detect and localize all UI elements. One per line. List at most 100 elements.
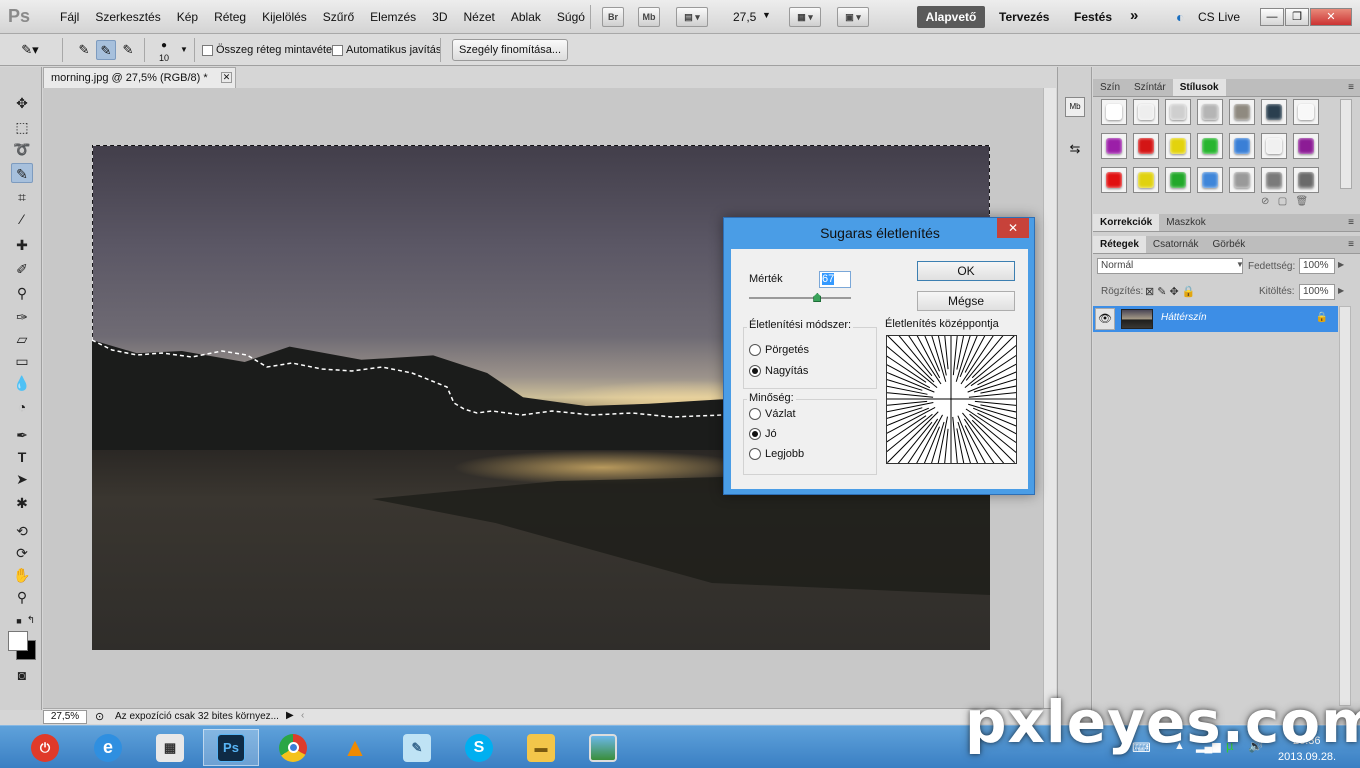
amount-field[interactable]: 67 [819, 271, 851, 288]
healing-brush-tool-icon[interactable]: ✚ [11, 235, 33, 255]
style-swatch[interactable] [1229, 99, 1255, 125]
dialog-close-button[interactable]: ✕ [997, 218, 1029, 238]
menu-3d[interactable]: 3D [424, 10, 455, 24]
menu-image[interactable]: Kép [169, 10, 206, 24]
dodge-tool-icon[interactable]: ◔ [11, 397, 33, 417]
tab-styles[interactable]: Stílusok [1172, 79, 1226, 96]
zoom-field[interactable]: 27,5% [43, 710, 87, 724]
tool-preset-picker[interactable]: ✎▾ [20, 40, 40, 60]
taskbar-power-app[interactable]: ⏻ [17, 729, 73, 766]
style-swatch[interactable] [1293, 167, 1319, 193]
taskbar-photo-viewer[interactable] [575, 729, 631, 766]
style-swatch[interactable] [1165, 133, 1191, 159]
taskbar-calculator[interactable]: ▦ [142, 729, 198, 766]
lasso-tool-icon[interactable]: ➰ [11, 139, 33, 159]
type-tool-icon[interactable]: T [11, 447, 33, 467]
close-button[interactable]: ✕ [1310, 8, 1352, 26]
blur-center-preview[interactable] [861, 309, 1041, 489]
status-menu-arrow-icon[interactable]: ▶ [286, 710, 294, 721]
taskbar-notepad[interactable]: ✎ [389, 729, 445, 766]
style-swatch[interactable] [1133, 99, 1159, 125]
tab-adjustments[interactable]: Korrekciók [1093, 214, 1160, 231]
radio-circle[interactable] [749, 448, 761, 460]
tab-layers[interactable]: Rétegek [1093, 236, 1146, 253]
brush-tool-icon[interactable]: ✐ [11, 259, 33, 279]
lock-options-icons[interactable]: ⊠ ✎ ✥ 🔒 [1145, 285, 1196, 298]
style-swatch[interactable] [1229, 133, 1255, 159]
styles-panel-actions[interactable]: ⊘ ▢ 🗑 [1261, 196, 1308, 207]
checkbox-box[interactable] [202, 44, 213, 56]
zoom-tool-icon[interactable]: ⚲ [11, 587, 33, 607]
clone-stamp-tool-icon[interactable]: ⚲ [11, 283, 33, 303]
eyedropper-tool-icon[interactable]: ⁄ [11, 209, 33, 229]
radio-circle[interactable] [749, 344, 761, 356]
3d-rotate-tool-icon[interactable]: ⟲ [11, 521, 33, 541]
style-swatch[interactable] [1229, 167, 1255, 193]
style-swatch[interactable] [1165, 99, 1191, 125]
chevron-down-icon[interactable]: ▼ [762, 10, 771, 20]
amount-slider-thumb[interactable] [813, 293, 822, 302]
subtract-from-selection-icon[interactable]: ✎ [118, 40, 138, 60]
style-swatch[interactable] [1293, 99, 1319, 125]
zoom-level-field[interactable]: 27,5 [733, 10, 756, 24]
fill-field[interactable]: 100% [1299, 284, 1335, 300]
marquee-tool-icon[interactable]: ⬚ [11, 117, 33, 137]
taskbar-skype[interactable]: S [451, 729, 507, 766]
foreground-color-swatch[interactable] [8, 631, 28, 651]
method-zoom-radio[interactable]: Nagyítás [749, 365, 808, 377]
tab-swatches[interactable]: Színtár [1127, 79, 1173, 96]
swap-colors-icon[interactable]: ↰ [20, 611, 42, 631]
more-workspaces-icon[interactable]: » [1130, 7, 1138, 24]
close-document-icon[interactable]: ✕ [221, 72, 232, 83]
cancel-button[interactable]: Mégse [917, 291, 1015, 311]
move-tool-icon[interactable]: ✥ [11, 93, 33, 113]
status-info-icon[interactable]: ⊙ [95, 710, 104, 723]
add-to-selection-icon[interactable]: ✎ [96, 40, 116, 60]
auto-enhance-checkbox[interactable]: Automatikus javítás [332, 44, 441, 56]
styles-scrollbar[interactable] [1340, 99, 1352, 189]
screen-mode-button[interactable]: ▣ ▾ [837, 7, 869, 27]
tab-masks[interactable]: Maszkok [1159, 214, 1212, 231]
quality-best-radio[interactable]: Legjobb [749, 448, 804, 460]
menu-edit[interactable]: Szerkesztés [87, 10, 168, 24]
radio-circle-selected[interactable] [749, 365, 761, 377]
style-swatch[interactable] [1165, 167, 1191, 193]
radio-circle[interactable] [749, 408, 761, 420]
checkbox-box[interactable] [332, 44, 343, 56]
taskbar-vlc[interactable]: ▲ [327, 729, 383, 766]
method-spin-radio[interactable]: Pörgetés [749, 344, 809, 356]
tab-channels[interactable]: Csatornák [1146, 236, 1206, 253]
hand-tool-icon[interactable]: ✋ [11, 565, 33, 585]
menu-file[interactable]: Fájl [52, 10, 87, 24]
bridge-button[interactable]: Br [602, 7, 624, 27]
taskbar-chrome[interactable] [265, 729, 321, 766]
amount-slider-track[interactable] [749, 297, 851, 299]
vertical-scrollbar[interactable] [1043, 88, 1056, 708]
document-tab[interactable]: morning.jpg @ 27,5% (RGB/8) * ✕ [43, 67, 236, 88]
taskbar-photoshop[interactable]: Ps [203, 729, 259, 766]
panel-menu-icon[interactable]: ≡ [1341, 236, 1360, 253]
style-swatch[interactable] [1101, 99, 1127, 125]
menu-view[interactable]: Nézet [456, 10, 503, 24]
taskbar-explorer[interactable]: ▬ [513, 729, 569, 766]
quality-draft-radio[interactable]: Vázlat [749, 408, 796, 420]
layer-row-background[interactable]: 👁 Háttérszín 🔒 [1093, 306, 1338, 332]
opacity-field[interactable]: 100% [1299, 258, 1335, 274]
workspace-design[interactable]: Tervezés [999, 10, 1049, 24]
eraser-tool-icon[interactable]: ▱ [11, 329, 33, 349]
new-selection-icon[interactable]: ✎ [74, 40, 94, 60]
opacity-slider-arrow-icon[interactable]: ▶ [1338, 260, 1344, 269]
style-swatch[interactable] [1101, 133, 1127, 159]
style-swatch[interactable] [1133, 167, 1159, 193]
pen-tool-icon[interactable]: ✒ [11, 425, 33, 445]
history-brush-tool-icon[interactable]: ✑ [11, 307, 33, 327]
fill-slider-arrow-icon[interactable]: ▶ [1338, 286, 1344, 295]
restore-button[interactable]: ❐ [1285, 8, 1309, 26]
chevron-down-icon[interactable]: ▼ [1236, 260, 1244, 269]
style-swatch[interactable] [1101, 167, 1127, 193]
cs-live-menu[interactable]: CS Live [1198, 10, 1240, 24]
quick-mask-icon[interactable]: ◙ [11, 665, 33, 685]
visibility-eye-icon[interactable]: 👁 [1095, 308, 1115, 330]
shape-tool-icon[interactable]: ✱ [11, 493, 33, 513]
ok-button[interactable]: OK [917, 261, 1015, 281]
